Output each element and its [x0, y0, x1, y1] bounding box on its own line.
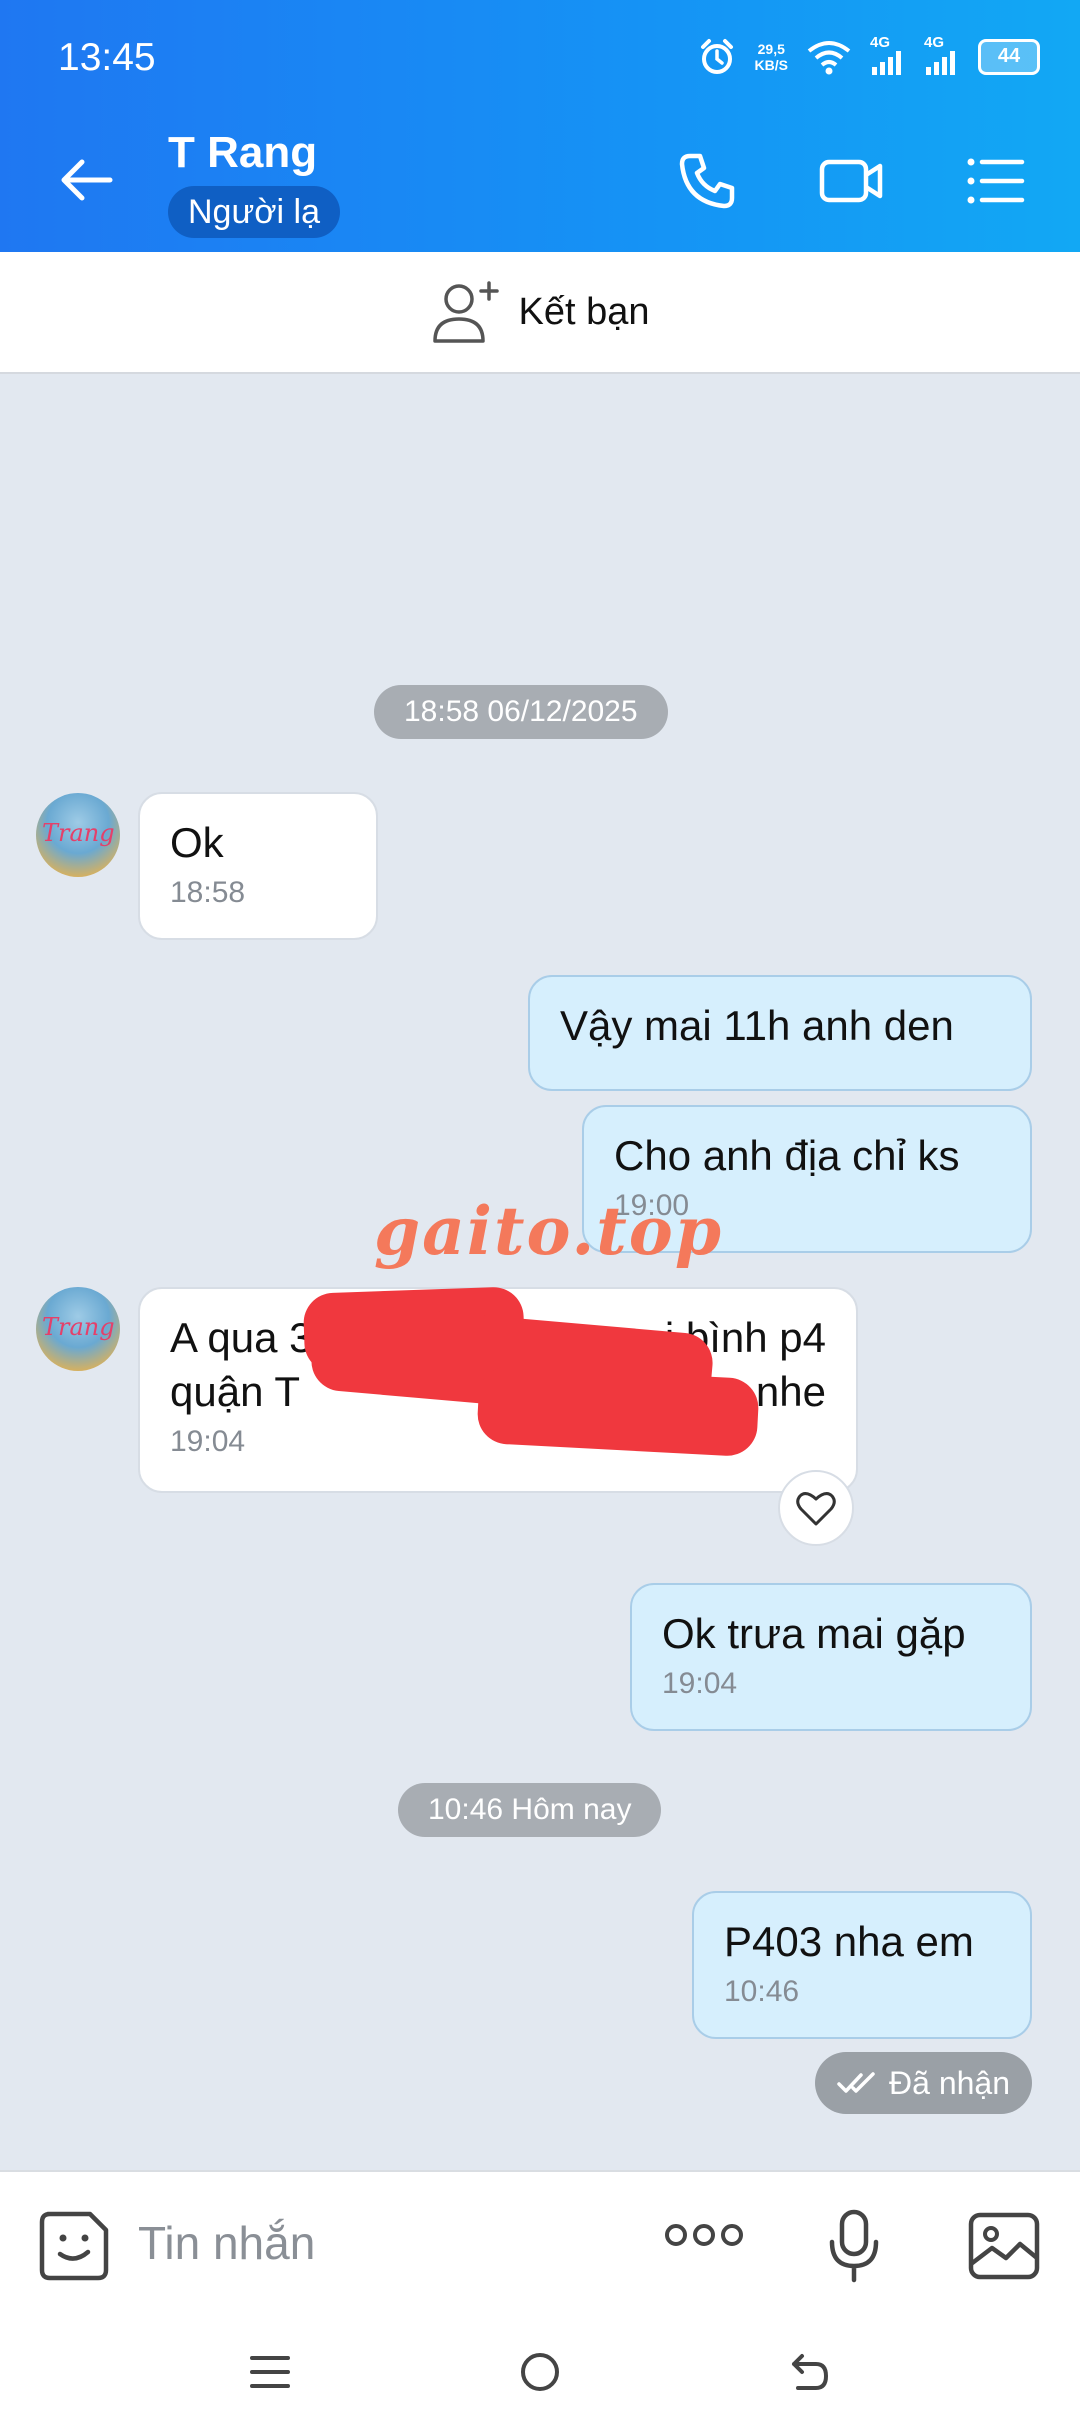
redaction-mark — [476, 1364, 760, 1458]
signal-2-label: 4G — [924, 34, 945, 51]
message-bubble-outgoing[interactable]: Ok trưa mai gặp 19:04 — [630, 1583, 1032, 1731]
message-line-2-start: quận T — [170, 1368, 300, 1415]
signal-bars-icon — [926, 51, 955, 75]
emoji-sticker-icon[interactable] — [36, 2208, 112, 2284]
signal-1: 4G — [870, 34, 906, 79]
net-speed: 29,5 KB/S — [755, 41, 788, 73]
message-bubble-outgoing[interactable]: Vậy mai 11h anh den — [528, 975, 1032, 1091]
status-time: 13:45 — [58, 36, 156, 79]
heart-icon — [796, 1492, 836, 1526]
avatar[interactable]: Trang — [36, 793, 120, 877]
message-input-bar: Tin nhắn — [0, 2170, 1080, 2318]
add-friend-label: Kết bạn — [518, 290, 650, 333]
signal-2: 4G — [924, 34, 960, 79]
video-call-icon[interactable] — [818, 150, 886, 212]
image-gallery-icon[interactable] — [966, 2208, 1042, 2284]
avatar-label: Trang — [42, 1313, 115, 1341]
menu-list-icon[interactable] — [964, 150, 1026, 212]
status-icons: 29,5 KB/S 4G 4G 44 — [697, 34, 1040, 79]
signal-1-label: 4G — [870, 34, 891, 51]
message-text: P403 nha em — [724, 1918, 974, 1965]
home-icon[interactable] — [518, 2350, 562, 2394]
received-status-badge: Đã nhận — [815, 2052, 1032, 2114]
react-heart-button[interactable] — [778, 1470, 854, 1546]
wifi-icon — [807, 40, 851, 74]
avatar[interactable]: Trang — [36, 1287, 120, 1371]
message-time: 18:58 — [170, 876, 246, 909]
message-line-2-end: nhe — [755, 1368, 826, 1415]
date-separator: 18:58 06/12/2025 — [374, 685, 668, 739]
message-time: 19:04 — [662, 1667, 738, 1700]
watermark: gaito.top — [374, 1192, 723, 1270]
double-check-icon — [837, 2072, 875, 2093]
message-line-1-start: A qua 3 — [170, 1314, 313, 1361]
alarm-icon — [700, 38, 733, 74]
chat-header: 13:45 29,5 KB/S 4G 4G 44 T Rang Người lạ — [0, 0, 1080, 252]
back-nav-icon[interactable] — [788, 2350, 832, 2394]
avatar-label: Trang — [42, 819, 115, 847]
received-status-label: Đã nhận — [889, 2064, 1010, 2101]
message-text: Ok — [170, 819, 224, 866]
back-arrow-icon[interactable] — [56, 150, 116, 210]
net-speed-unit: KB/S — [754, 56, 788, 73]
message-time: 10:46 — [724, 1975, 800, 2008]
add-friend-button[interactable]: Kết bạn — [0, 252, 1080, 374]
message-text: Cho anh địa chỉ ks — [614, 1132, 960, 1179]
date-separator: 10:46 Hôm nay — [398, 1783, 662, 1837]
signal-bars-icon — [872, 51, 901, 75]
recent-apps-icon[interactable] — [248, 2350, 292, 2394]
battery-icon: 44 — [978, 38, 1040, 75]
message-bubble-outgoing[interactable]: P403 nha em 10:46 — [692, 1891, 1032, 2039]
microphone-icon[interactable] — [826, 2208, 882, 2284]
stranger-badge: Người lạ — [168, 186, 340, 238]
message-text: Ok trưa mai gặp — [662, 1610, 966, 1657]
add-user-icon — [432, 281, 499, 343]
system-navigation-bar — [0, 2316, 1080, 2436]
message-bubble-incoming[interactable]: Ok 18:58 — [138, 792, 378, 940]
net-speed-value: 29,5 — [757, 40, 785, 57]
more-options-icon[interactable] — [664, 2220, 744, 2250]
message-input[interactable]: Tin nhắn — [138, 2216, 315, 2270]
phone-call-icon[interactable] — [676, 150, 738, 212]
contact-name[interactable]: T Rang — [168, 128, 317, 178]
message-text: Vậy mai 11h anh den — [560, 1002, 954, 1049]
